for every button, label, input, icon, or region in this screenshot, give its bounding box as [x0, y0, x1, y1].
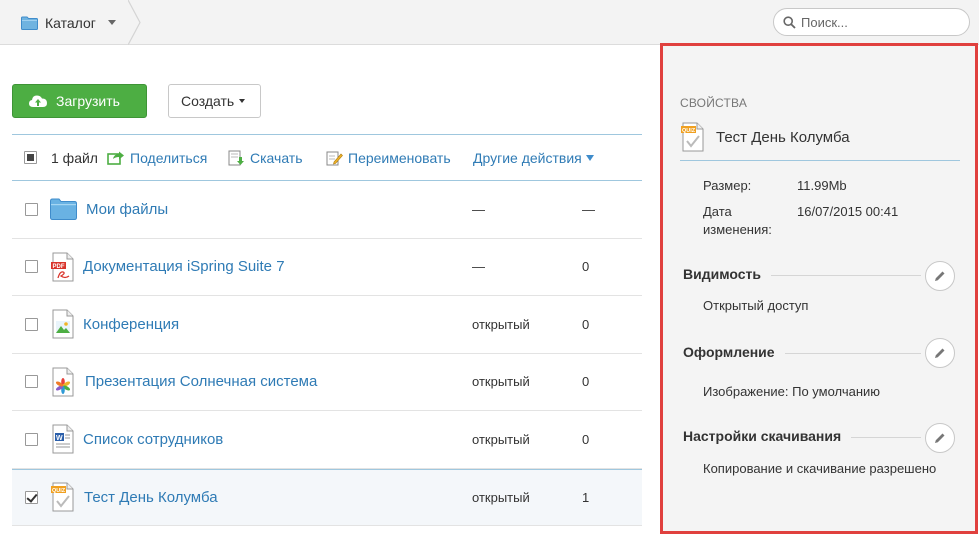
properties-panel: СВОЙСТВА QUIZ Тест День Колумба Размер: … — [660, 43, 978, 534]
download-label: Скачать — [250, 149, 303, 166]
pencil-icon — [935, 348, 945, 358]
panel-title: СВОЙСТВА — [680, 96, 748, 110]
file-access: открытый — [472, 489, 530, 505]
visibility-section-title: Видимость — [683, 266, 771, 282]
file-access: открытый — [472, 374, 530, 390]
row-checkbox[interactable] — [25, 375, 38, 389]
create-button-label: Создать — [181, 93, 235, 109]
file-name[interactable]: Документация iSpring Suite 7 — [83, 258, 285, 275]
row-checkbox[interactable] — [25, 260, 38, 274]
file-views: 0 — [582, 259, 590, 275]
caret-down-icon — [585, 154, 594, 161]
upload-button[interactable]: Загрузить — [12, 84, 147, 118]
file-row-columbus-test[interactable]: QUIZ Тест День Колумба открытый 1 — [12, 468, 642, 526]
quiz-file-icon: QUIZ — [51, 482, 74, 512]
file-name[interactable]: Презентация Солнечная система — [85, 373, 317, 390]
svg-text:QUIZ: QUIZ — [682, 128, 696, 134]
design-value: Изображение: По умолчанию — [703, 384, 881, 399]
select-all-checkbox[interactable] — [24, 151, 37, 164]
rename-action[interactable]: Переименовать — [326, 150, 451, 166]
file-row-ispring-docs[interactable]: PDF Документация iSpring Suite 7 — 0 — [12, 239, 642, 296]
file-list-header: 1 файл Поделиться Скачать Переименовать … — [12, 134, 642, 181]
chevron-down-icon[interactable] — [107, 20, 116, 25]
modified-value: 16/07/2015 00:41 — [797, 204, 899, 219]
share-label: Поделиться — [130, 149, 208, 166]
create-button[interactable]: Создать — [168, 84, 261, 118]
panel-file-name: Тест День Колумба — [716, 128, 850, 146]
file-row-conference[interactable]: Конференция открытый 0 — [12, 296, 642, 354]
caret-down-icon — [239, 99, 246, 103]
image-file-icon — [52, 309, 74, 339]
folder-icon — [21, 16, 38, 30]
row-checkbox[interactable] — [25, 202, 38, 216]
pdf-file-icon: PDF — [51, 252, 74, 282]
svg-text:QUIZ: QUIZ — [52, 488, 66, 494]
size-label: Размер: — [703, 178, 752, 193]
file-views: 0 — [582, 316, 590, 332]
edit-design-button[interactable] — [925, 338, 955, 368]
share-icon — [107, 151, 124, 165]
presentation-file-icon — [52, 367, 74, 397]
breadcrumb-separator — [128, 0, 141, 45]
file-name[interactable]: Список сотрудников — [83, 431, 223, 448]
divider — [680, 160, 960, 161]
rename-icon — [326, 151, 343, 165]
file-views: 0 — [582, 374, 590, 390]
folder-icon — [50, 198, 77, 221]
modified-label: Дата изменения: — [703, 204, 772, 237]
file-views: — — [582, 201, 595, 217]
file-views: 0 — [582, 431, 590, 447]
edit-download-settings-button[interactable] — [925, 423, 955, 453]
breadcrumb-label[interactable]: Каталог — [45, 15, 96, 31]
pencil-icon — [935, 433, 945, 443]
file-list: 1 файл Поделиться Скачать Переименовать … — [12, 134, 642, 526]
row-checkbox[interactable] — [25, 490, 38, 504]
cloud-upload-icon — [29, 95, 47, 107]
file-access: — — [472, 259, 485, 275]
file-access: — — [472, 201, 485, 217]
pencil-icon — [935, 271, 945, 281]
download-settings-section-title: Настройки скачивания — [683, 428, 852, 444]
file-views: 1 — [582, 489, 590, 505]
file-row-employee-list[interactable]: W Список сотрудников открытый 0 — [12, 411, 642, 469]
search-box[interactable] — [773, 8, 970, 36]
download-settings-value: Копирование и скачивание разрешено — [703, 461, 937, 476]
search-icon — [783, 15, 796, 29]
search-input[interactable] — [801, 14, 961, 30]
visibility-value: Открытый доступ — [703, 298, 809, 313]
quiz-file-icon: QUIZ — [681, 122, 704, 152]
row-checkbox[interactable] — [25, 432, 38, 446]
file-access: открытый — [472, 431, 530, 447]
word-file-icon: W — [52, 424, 74, 454]
svg-text:PDF: PDF — [53, 264, 65, 270]
other-actions-label: Другие действия — [473, 149, 582, 166]
file-name[interactable]: Мои файлы — [86, 201, 168, 218]
upload-button-label: Загрузить — [56, 93, 120, 109]
share-action[interactable]: Поделиться — [107, 150, 207, 166]
file-row-my-files[interactable]: Мои файлы — — — [12, 181, 642, 239]
download-icon — [228, 150, 244, 165]
other-actions-menu[interactable]: Другие действия — [473, 150, 594, 166]
top-bar: Каталог — [0, 0, 979, 45]
file-name[interactable]: Тест День Колумба — [84, 489, 218, 506]
row-checkbox[interactable] — [25, 317, 38, 331]
design-section-title: Оформление — [683, 344, 785, 360]
rename-label: Переименовать — [348, 149, 451, 166]
edit-visibility-button[interactable] — [925, 261, 955, 291]
file-name[interactable]: Конференция — [83, 316, 179, 333]
selected-count: 1 файл — [51, 149, 98, 166]
panel-file-header: QUIZ Тест День Колумба — [680, 122, 850, 152]
breadcrumb[interactable]: Каталог — [0, 0, 140, 45]
size-value: 11.99Mb — [797, 178, 847, 193]
svg-text:W: W — [56, 435, 63, 442]
file-access: открытый — [472, 316, 530, 332]
download-action[interactable]: Скачать — [228, 150, 303, 166]
file-row-solar-system[interactable]: Презентация Солнечная система открытый 0 — [12, 354, 642, 411]
